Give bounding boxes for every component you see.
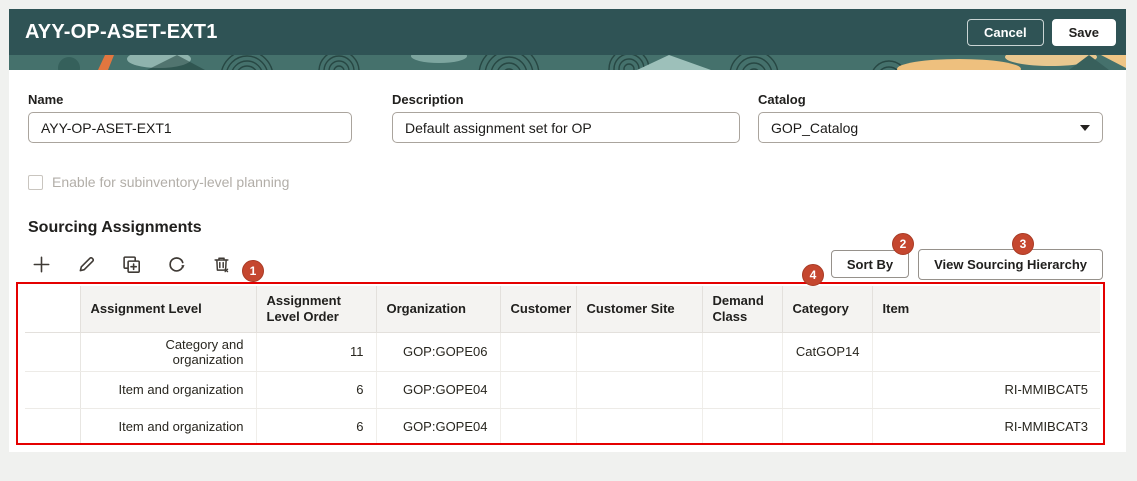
table-cell: CatGOP14 [782, 332, 873, 372]
table-cell: Item and organization [80, 408, 257, 443]
table-cell [576, 371, 703, 409]
catalog-label: Catalog [758, 92, 806, 107]
subinventory-checkbox-label: Enable for subinventory-level planning [52, 174, 290, 190]
name-input[interactable] [28, 112, 352, 143]
table-cell [576, 332, 703, 372]
table-row[interactable]: Item and organization 6 GOP:GOPE04 RI-MMIBC… [25, 408, 1100, 443]
table-row[interactable]: Category and organization 11 GOP:GOPE06 Cat… [25, 332, 1100, 372]
plus-icon [33, 256, 49, 272]
table-cell: GOP:GOPE06 [376, 332, 501, 372]
row-select-cell [25, 408, 81, 443]
select-column-header [25, 286, 81, 333]
column-header[interactable]: Customer Site [576, 286, 703, 333]
description-input[interactable] [392, 112, 740, 143]
delete-row-button[interactable] [211, 254, 231, 274]
table-cell: 11 [256, 332, 377, 372]
trash-icon [213, 257, 229, 272]
chevron-down-icon [1080, 124, 1090, 131]
table-cell: RI-MMIBCAT3 [872, 408, 1100, 443]
page-body: Name Description Catalog GOP_Catalog Ena… [9, 70, 1126, 452]
table-cell [782, 371, 873, 409]
table-cell [782, 408, 873, 443]
table-body: Category and organization 11 GOP:GOPE06 Cat… [25, 332, 1100, 443]
column-header[interactable]: Customer [500, 286, 577, 333]
page-title: AYY-OP-ASET-EXT1 [25, 20, 218, 43]
table-row[interactable]: Item and organization 6 GOP:GOPE04 RI-MMIBC… [25, 371, 1100, 409]
refresh-icon [168, 256, 185, 272]
column-header[interactable]: Item [872, 286, 1100, 333]
subinventory-checkbox-row: Enable for subinventory-level planning [28, 174, 1126, 190]
table-toolbar: Sort By View Sourcing Hierarchy [31, 248, 1103, 280]
refresh-button[interactable] [166, 254, 186, 274]
duplicate-icon [122, 255, 140, 273]
table-cell [872, 332, 1100, 372]
table-cell: 6 [256, 371, 377, 409]
column-header[interactable]: Assignment Level Order [256, 286, 377, 333]
assignment-set-window: AYY-OP-ASET-EXT1 Cancel Save Name AYY-OP… [9, 9, 1126, 452]
table-cell [576, 408, 703, 443]
sourcing-assignments-heading: Sourcing Assignments [28, 219, 202, 236]
annotation-badge-2: 2 [892, 233, 914, 255]
column-header[interactable]: Organization [376, 286, 501, 333]
catalog-select[interactable]: GOP_Catalog [758, 112, 1103, 143]
description-field-group: Description [392, 92, 740, 143]
form-row: Name Description Catalog GOP_Catalog [9, 70, 1126, 143]
name-field-group: Name [28, 92, 352, 143]
table-cell [702, 371, 783, 409]
sort-by-button[interactable]: Sort By [830, 250, 910, 278]
table-cell: Category and organization [80, 332, 257, 372]
catalog-field-group: Catalog GOP_Catalog [758, 92, 1103, 143]
sourcing-table: Assignment Level Assignment Level Order Or… [25, 286, 1100, 443]
add-row-button[interactable] [31, 254, 51, 274]
table-cell: Item and organization [80, 371, 257, 409]
annotation-badge-3: 3 [1012, 233, 1034, 255]
column-header[interactable]: Demand Class [702, 286, 783, 333]
table-cell [500, 408, 577, 443]
row-select-cell [25, 371, 81, 409]
edit-row-button[interactable] [76, 254, 96, 274]
table-cell: GOP:GOPE04 [376, 371, 501, 409]
name-label: Name [28, 92, 64, 107]
row-select-cell [25, 332, 81, 372]
page-header: AYY-OP-ASET-EXT1 Cancel Save [9, 9, 1126, 55]
annotation-box: Assignment Level Assignment Level Order Or… [16, 282, 1105, 445]
table-header-row: Assignment Level Assignment Level Order Or… [25, 286, 1100, 333]
column-header[interactable]: Category [782, 286, 873, 333]
table-cell: 6 [256, 408, 377, 443]
description-label: Description [392, 92, 464, 107]
table-cell: GOP:GOPE04 [376, 408, 501, 443]
view-sourcing-hierarchy-button[interactable]: View Sourcing Hierarchy [918, 248, 1103, 280]
annotation-badge-4: 4 [802, 264, 824, 286]
save-button[interactable]: Save [1051, 18, 1116, 46]
annotation-badge-1: 1 [242, 260, 264, 282]
column-header[interactable]: Assignment Level [80, 286, 257, 333]
duplicate-row-button[interactable] [121, 254, 141, 274]
table-cell: RI-MMIBCAT5 [872, 371, 1100, 409]
catalog-selected-value: GOP_Catalog [771, 119, 859, 136]
decorative-banner [9, 55, 1126, 70]
pencil-icon [79, 256, 94, 271]
cancel-button[interactable]: Cancel [966, 18, 1044, 46]
table-cell [500, 371, 577, 409]
toolbar-icons [31, 254, 231, 274]
table-cell [500, 332, 577, 372]
table-cell [702, 332, 783, 372]
table-cell [702, 408, 783, 443]
header-actions: Cancel Save [966, 18, 1116, 46]
subinventory-checkbox[interactable] [28, 174, 43, 190]
